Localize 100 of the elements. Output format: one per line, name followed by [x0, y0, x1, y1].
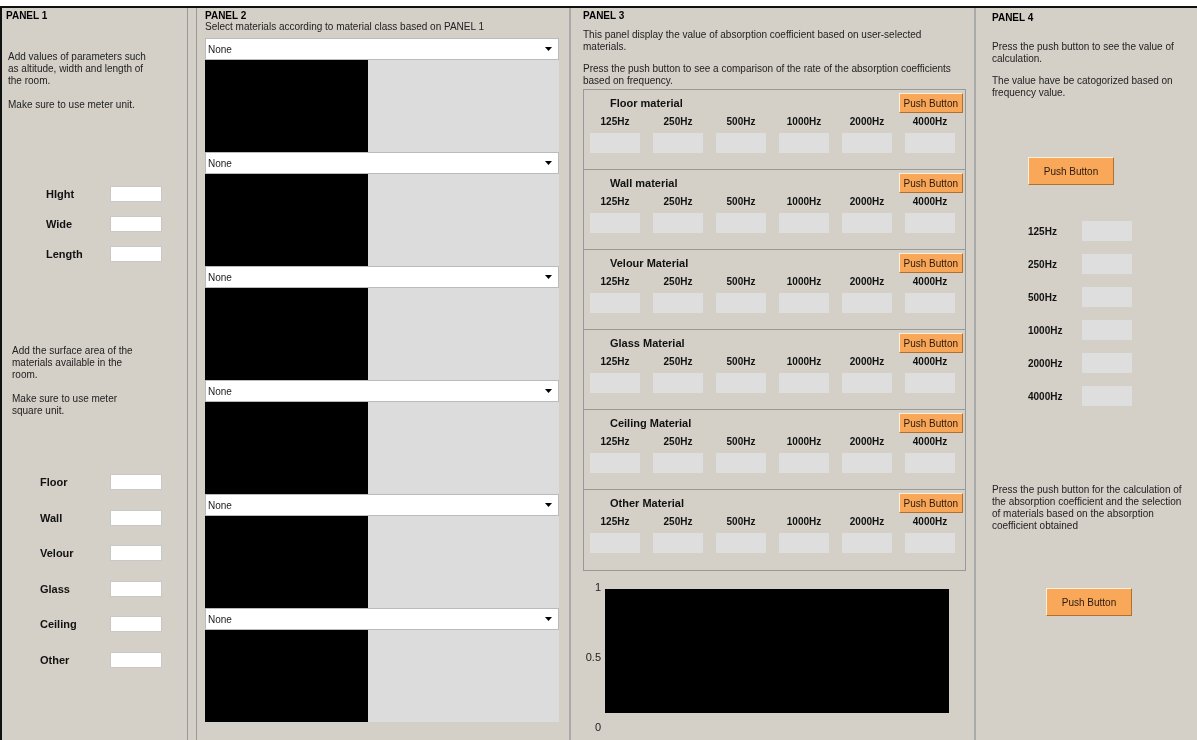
instruction-text: Press the push button for the calculation of the absorption coefficient and the selection of materials based on the absorption coefficient obtained: [992, 484, 1183, 532]
group-title: Glass Material: [609, 337, 685, 349]
material-dropdown[interactable]: None: [205, 380, 559, 402]
push-button[interactable]: Push Button: [898, 173, 963, 193]
push-button[interactable]: Push Button: [898, 413, 963, 433]
frequency-label: 125Hz: [600, 276, 630, 287]
field-label: Other: [39, 653, 71, 666]
frequency-label: 125Hz: [600, 196, 630, 207]
frequency-label: 2000Hz: [849, 196, 885, 207]
panel-subtitle: Select materials according to material class based on PANEL 1: [205, 21, 486, 32]
field-label: Floor: [39, 476, 69, 488]
push-button[interactable]: Push Button: [898, 253, 963, 273]
field-label: Wide: [45, 218, 74, 230]
frequency-label: 2000Hz: [849, 356, 885, 367]
field-label: Glass: [39, 582, 71, 595]
frequency-label: 4000Hz: [912, 516, 948, 527]
instruction-text: This panel display the value of absorption coefficient based on user-selected materials.: [583, 29, 923, 53]
frequency-label: 1000Hz: [786, 116, 822, 127]
frequency-label: 500Hz: [726, 436, 756, 447]
frequency-label: 2000Hz: [849, 116, 885, 127]
frequency-label: 125Hz: [1028, 225, 1058, 237]
panel-title: PANEL 4: [992, 12, 1035, 23]
axis-tick-label: 0: [594, 721, 601, 733]
push-button[interactable]: Push Button: [898, 493, 963, 513]
frequency-label: 4000Hz: [1028, 390, 1064, 402]
caret-icon: [545, 503, 552, 507]
panel-title: PANEL 2: [205, 10, 248, 21]
instruction-text: Add values of parameters such as altitude, width and length of the room.: [8, 51, 147, 87]
frequency-label: 500Hz: [726, 356, 756, 367]
frequency-label: 125Hz: [600, 436, 630, 447]
caret-icon: [545, 389, 552, 393]
frequency-label: 4000Hz: [912, 116, 948, 127]
frequency-label: 2000Hz: [849, 436, 885, 447]
material-dropdown[interactable]: None: [205, 38, 559, 60]
group-title: Velour Material: [609, 257, 689, 269]
frequency-label: 1000Hz: [786, 196, 822, 207]
frequency-label: 250Hz: [663, 516, 693, 527]
frequency-label: 1000Hz: [786, 276, 822, 287]
caret-icon: [545, 617, 552, 621]
instruction-text: Make sure to use meter square unit.: [12, 393, 119, 417]
frequency-label: 4000Hz: [912, 196, 948, 207]
push-button[interactable]: Push Button: [898, 93, 963, 113]
frequency-label: 500Hz: [726, 196, 756, 207]
input-field[interactable]: [110, 509, 162, 526]
frequency-label: 125Hz: [600, 116, 630, 127]
group-title: Other Material: [609, 497, 684, 509]
material-dropdown[interactable]: None: [205, 266, 559, 288]
frequency-label: 2000Hz: [849, 276, 885, 287]
group-title: Wall material: [609, 177, 678, 189]
field-label: HIght: [45, 188, 76, 200]
field-label: Wall: [39, 511, 64, 524]
frequency-label: 1000Hz: [786, 516, 822, 527]
input-field[interactable]: [110, 545, 162, 561]
frequency-label: 125Hz: [600, 356, 630, 367]
frequency-label: 500Hz: [726, 276, 756, 287]
push-button[interactable]: Push Button: [898, 333, 963, 353]
field-label: Ceiling: [39, 618, 78, 630]
input-field[interactable]: [110, 186, 162, 202]
frequency-label: 125Hz: [600, 516, 630, 527]
axis-tick-label: 0.5: [585, 651, 601, 663]
input-field[interactable]: [110, 651, 162, 668]
input-field[interactable]: [110, 216, 162, 232]
frequency-label: 250Hz: [663, 116, 693, 127]
material-dropdown[interactable]: None: [205, 152, 559, 174]
instruction-text: Add the surface area of the materials available in the room.: [12, 345, 134, 381]
push-button[interactable]: Push Button: [1046, 588, 1132, 616]
material-dropdown[interactable]: None: [205, 494, 559, 516]
frequency-label: 4000Hz: [912, 356, 948, 367]
axis-tick-label: 1: [594, 581, 601, 593]
input-field[interactable]: [110, 616, 162, 632]
field-label: Length: [45, 248, 84, 260]
frequency-label: 250Hz: [663, 196, 693, 207]
instruction-text: Make sure to use meter unit.: [8, 99, 136, 111]
frequency-label: 500Hz: [726, 116, 756, 127]
push-button[interactable]: Push Button: [1028, 157, 1114, 185]
caret-icon: [545, 161, 552, 165]
frequency-label: 250Hz: [1028, 258, 1058, 270]
frequency-label: 4000Hz: [912, 276, 948, 287]
frequency-label: 4000Hz: [912, 436, 948, 447]
frequency-label: 500Hz: [1028, 291, 1058, 303]
panel-title: PANEL 1: [6, 10, 49, 21]
instruction-text: The value have be catogorized based on frequency value.: [992, 75, 1174, 99]
instruction-text: Press the push button to see a comparison of the rate of the absorption coefficients based on frequency.: [583, 63, 952, 87]
material-dropdown[interactable]: None: [205, 608, 559, 630]
frequency-label: 500Hz: [726, 516, 756, 527]
input-field[interactable]: [110, 580, 162, 597]
caret-icon: [545, 47, 552, 51]
frequency-label: 250Hz: [663, 436, 693, 447]
frequency-label: 1000Hz: [1028, 324, 1064, 336]
panel-title: PANEL 3: [583, 10, 626, 21]
frequency-label: 1000Hz: [786, 436, 822, 447]
group-title: Floor material: [609, 97, 683, 109]
input-field[interactable]: [110, 474, 162, 490]
caret-icon: [545, 275, 552, 279]
instruction-text: Press the push button to see the value of calculation.: [992, 41, 1175, 65]
frequency-label: 2000Hz: [849, 516, 885, 527]
input-field[interactable]: [110, 246, 162, 262]
frequency-label: 250Hz: [663, 356, 693, 367]
group-title: Ceiling Material: [609, 417, 692, 429]
frequency-label: 2000Hz: [1028, 357, 1064, 369]
